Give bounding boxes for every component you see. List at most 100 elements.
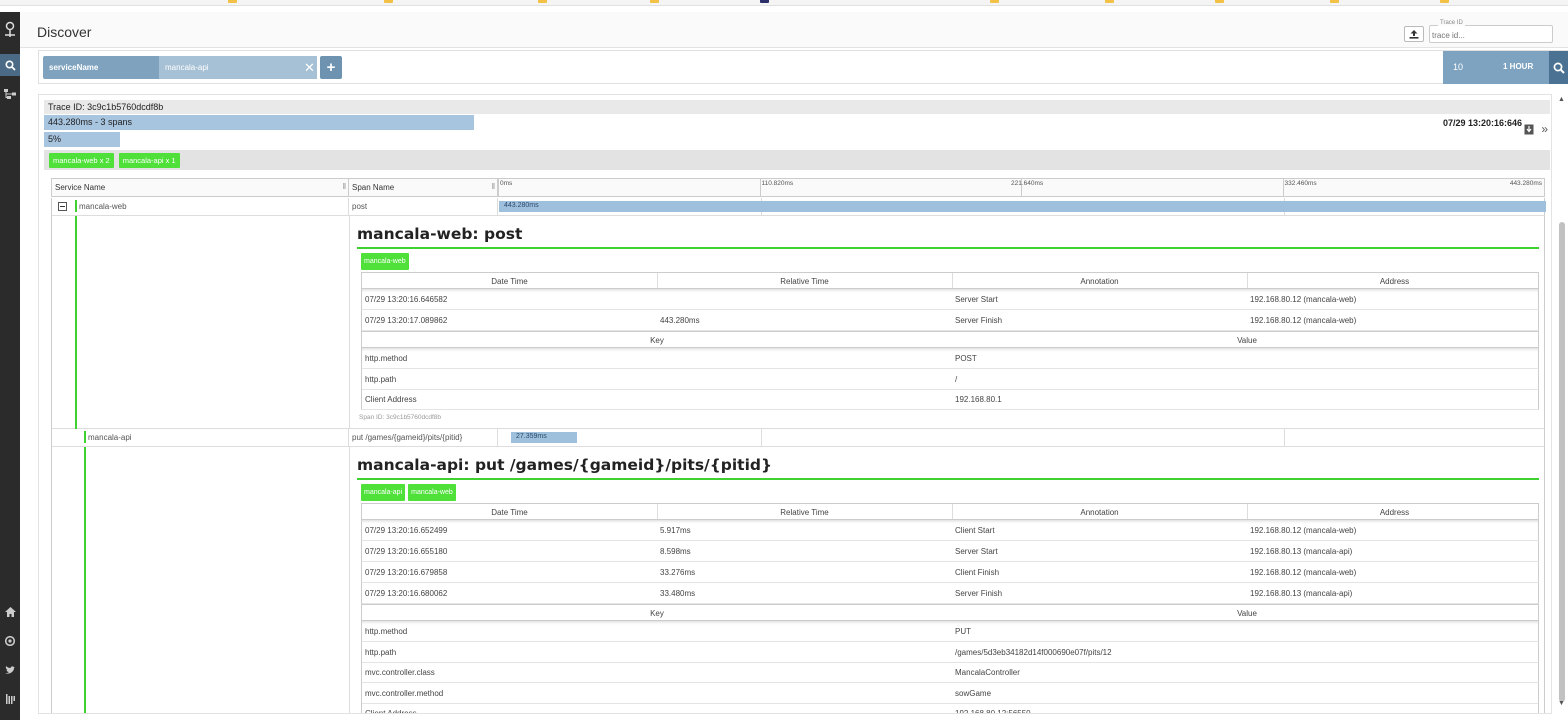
service-badge[interactable]: mancala-api (361, 484, 406, 501)
browser-bookmarks-strip (0, 0, 1568, 6)
annotation-cell: 07/29 13:20:16.680062 (365, 589, 448, 598)
span-duration-bar[interactable]: 443.280ms (499, 201, 1546, 212)
bookmark-folder-icon[interactable] (1330, 0, 1339, 3)
span-id-text: Span ID: 3c9c1b5760dcdf8b (359, 413, 442, 421)
annotation-cell: 192.168.80.13 (mancala-api) (1250, 547, 1353, 556)
column-header: Relative Time (780, 277, 829, 286)
annotation-cell: 192.168.80.12 (mancala-web) (1250, 526, 1357, 535)
header-divider (657, 273, 658, 288)
trace-id-field[interactable]: Trace ID (1429, 20, 1553, 43)
header-divider (952, 504, 953, 519)
bookmark-folder-icon[interactable] (384, 0, 393, 3)
bookmark-folder-icon[interactable] (1215, 0, 1224, 3)
bookmark-folder-icon[interactable] (1440, 0, 1449, 3)
bookmark-site-icon[interactable] (760, 0, 769, 3)
title-underline (357, 478, 1539, 480)
annotation-cell: 07/29 13:20:16.655180 (365, 547, 448, 556)
collapse-toggle-icon[interactable] (58, 202, 67, 211)
trace-start-time: 07/29 13:20:16:646 (1442, 118, 1522, 128)
span-row[interactable]: mancala-web post 443.280ms (51, 198, 1546, 216)
filter-value-field[interactable]: mancala-api ✕ (159, 56, 317, 79)
service-badge[interactable]: mancala-api x 1 (118, 153, 180, 168)
zipkin-logo-icon[interactable] (0, 18, 20, 42)
bookmark-folder-icon[interactable] (538, 0, 547, 3)
scroll-thumb[interactable] (1559, 222, 1565, 702)
annotation-cell: 33.276ms (660, 568, 696, 577)
service-badge[interactable]: mancala-web x 2 (49, 153, 114, 168)
service-badge-row: mancala-web x 2 mancala-api x 1 (44, 150, 1550, 170)
tick-line (759, 179, 761, 196)
tick-label: 332.460ms (1284, 180, 1317, 187)
filter-value: mancala-api (165, 63, 209, 72)
annotation-cell: 07/29 13:20:16.679858 (365, 568, 448, 577)
annotation-cell: Client Finish (955, 568, 1000, 577)
search-icon[interactable] (0, 54, 20, 76)
column-resize-handle[interactable]: ‖ (343, 182, 346, 191)
search-icon (1553, 62, 1565, 74)
scroll-up-icon[interactable]: ▲ (1558, 96, 1565, 103)
header-divider (1247, 273, 1248, 288)
annotation-cell: 192.168.80.12 (mancala-web) (1250, 568, 1357, 577)
dependencies-icon[interactable] (0, 83, 20, 105)
tick-line (498, 179, 499, 196)
github-icon[interactable] (0, 630, 20, 652)
trace-id-input[interactable] (1432, 29, 1550, 41)
header-divider (657, 504, 658, 519)
trace-duration-bar: 443.280ms - 3 spans (44, 115, 474, 130)
span-detail-panel: mancala-web: post mancala-web Date Time Rel… (51, 216, 1545, 429)
column-header: Address (1379, 508, 1410, 517)
bookmark-folder-icon[interactable] (1105, 0, 1114, 3)
tag-row: mvc.controller.method sowGame (361, 682, 1539, 704)
bookmark-folder-icon[interactable] (228, 0, 237, 3)
annotation-cell: Server Start (955, 295, 998, 304)
annotation-cell: 192.168.80.12 (mancala-web) (1250, 316, 1357, 325)
column-resize-handle[interactable]: ‖ (492, 182, 495, 191)
add-filter-button[interactable]: + (320, 56, 342, 79)
annotation-row: 07/29 13:20:16.652499 5.917ms Client Start… (361, 520, 1539, 541)
bookmark-folder-icon[interactable] (650, 0, 659, 3)
scroll-down-icon[interactable]: ▼ (1558, 700, 1565, 707)
tag-key: http.method (365, 354, 408, 363)
service-badge[interactable]: mancala-web (408, 484, 456, 501)
tick-label: 110.820ms (761, 180, 794, 187)
tag-row: http.method PUT (361, 621, 1539, 642)
service-color-line (75, 200, 77, 212)
annotation-cell: 07/29 13:20:17.089862 (365, 316, 448, 325)
search-button[interactable] (1549, 51, 1568, 84)
lookback-dropdown[interactable]: 1 HOUR (1499, 51, 1549, 84)
trace-percent-bar: 5% (44, 132, 120, 147)
detail-service-badges: mancala-api mancala-web (361, 484, 459, 501)
service-color-line (84, 447, 86, 713)
bookmark-folder-icon[interactable] (990, 0, 999, 3)
span-row[interactable]: mancala-api put /games/{gameid}/pits/{pit… (51, 429, 1545, 447)
tag-key: http.path (365, 374, 397, 384)
upload-trace-button[interactable] (1404, 26, 1424, 42)
home-icon[interactable] (0, 601, 20, 623)
timeline-header: Service Name ‖ Span Name ‖ 0ms 110.820ms 221… (51, 178, 1545, 197)
page-scrollbar[interactable]: ▲ ▼ (1556, 94, 1568, 714)
service-badge[interactable]: mancala-web (361, 253, 409, 270)
tag-value: / (955, 374, 958, 384)
span-name-cell: put /games/{gameid}/pits/{pitid} (349, 429, 498, 446)
column-header: Annotation (1080, 508, 1119, 517)
span-service-cell: mancala-web (52, 198, 349, 215)
detail-body: mancala-web: post mancala-web Date Time Rel… (357, 216, 1539, 429)
span-duration-bar[interactable]: 27.359ms (511, 432, 577, 443)
tag-value: MancalaController (955, 668, 1020, 677)
tick-label: 0ms (500, 180, 513, 187)
trace-detail: Trace ID: 3c9c1b5760dcdf8b 443.280ms - 3… (38, 94, 1552, 714)
annotation-table-header: Date Time Relative Time Annotation Address (361, 503, 1539, 520)
remove-filter-icon[interactable]: ✕ (304, 60, 315, 76)
gitter-icon[interactable] (0, 688, 20, 710)
tag-value: 192.168.80.1 (955, 395, 1002, 404)
column-header: Date Time (491, 508, 528, 517)
download-json-icon[interactable] (1524, 124, 1534, 137)
span-name-cell: post (349, 198, 498, 215)
trace-summary: Trace ID: 3c9c1b5760dcdf8b 443.280ms - 3… (44, 100, 1550, 152)
limit-field[interactable]: 10 (1443, 51, 1499, 84)
filter-chip[interactable]: serviceName mancala-api ✕ (43, 56, 317, 79)
tick-line (1282, 179, 1284, 196)
twitter-icon[interactable] (0, 659, 20, 681)
tag-row: http.path / (361, 368, 1539, 390)
expand-all-icon[interactable]: » (1541, 122, 1548, 136)
